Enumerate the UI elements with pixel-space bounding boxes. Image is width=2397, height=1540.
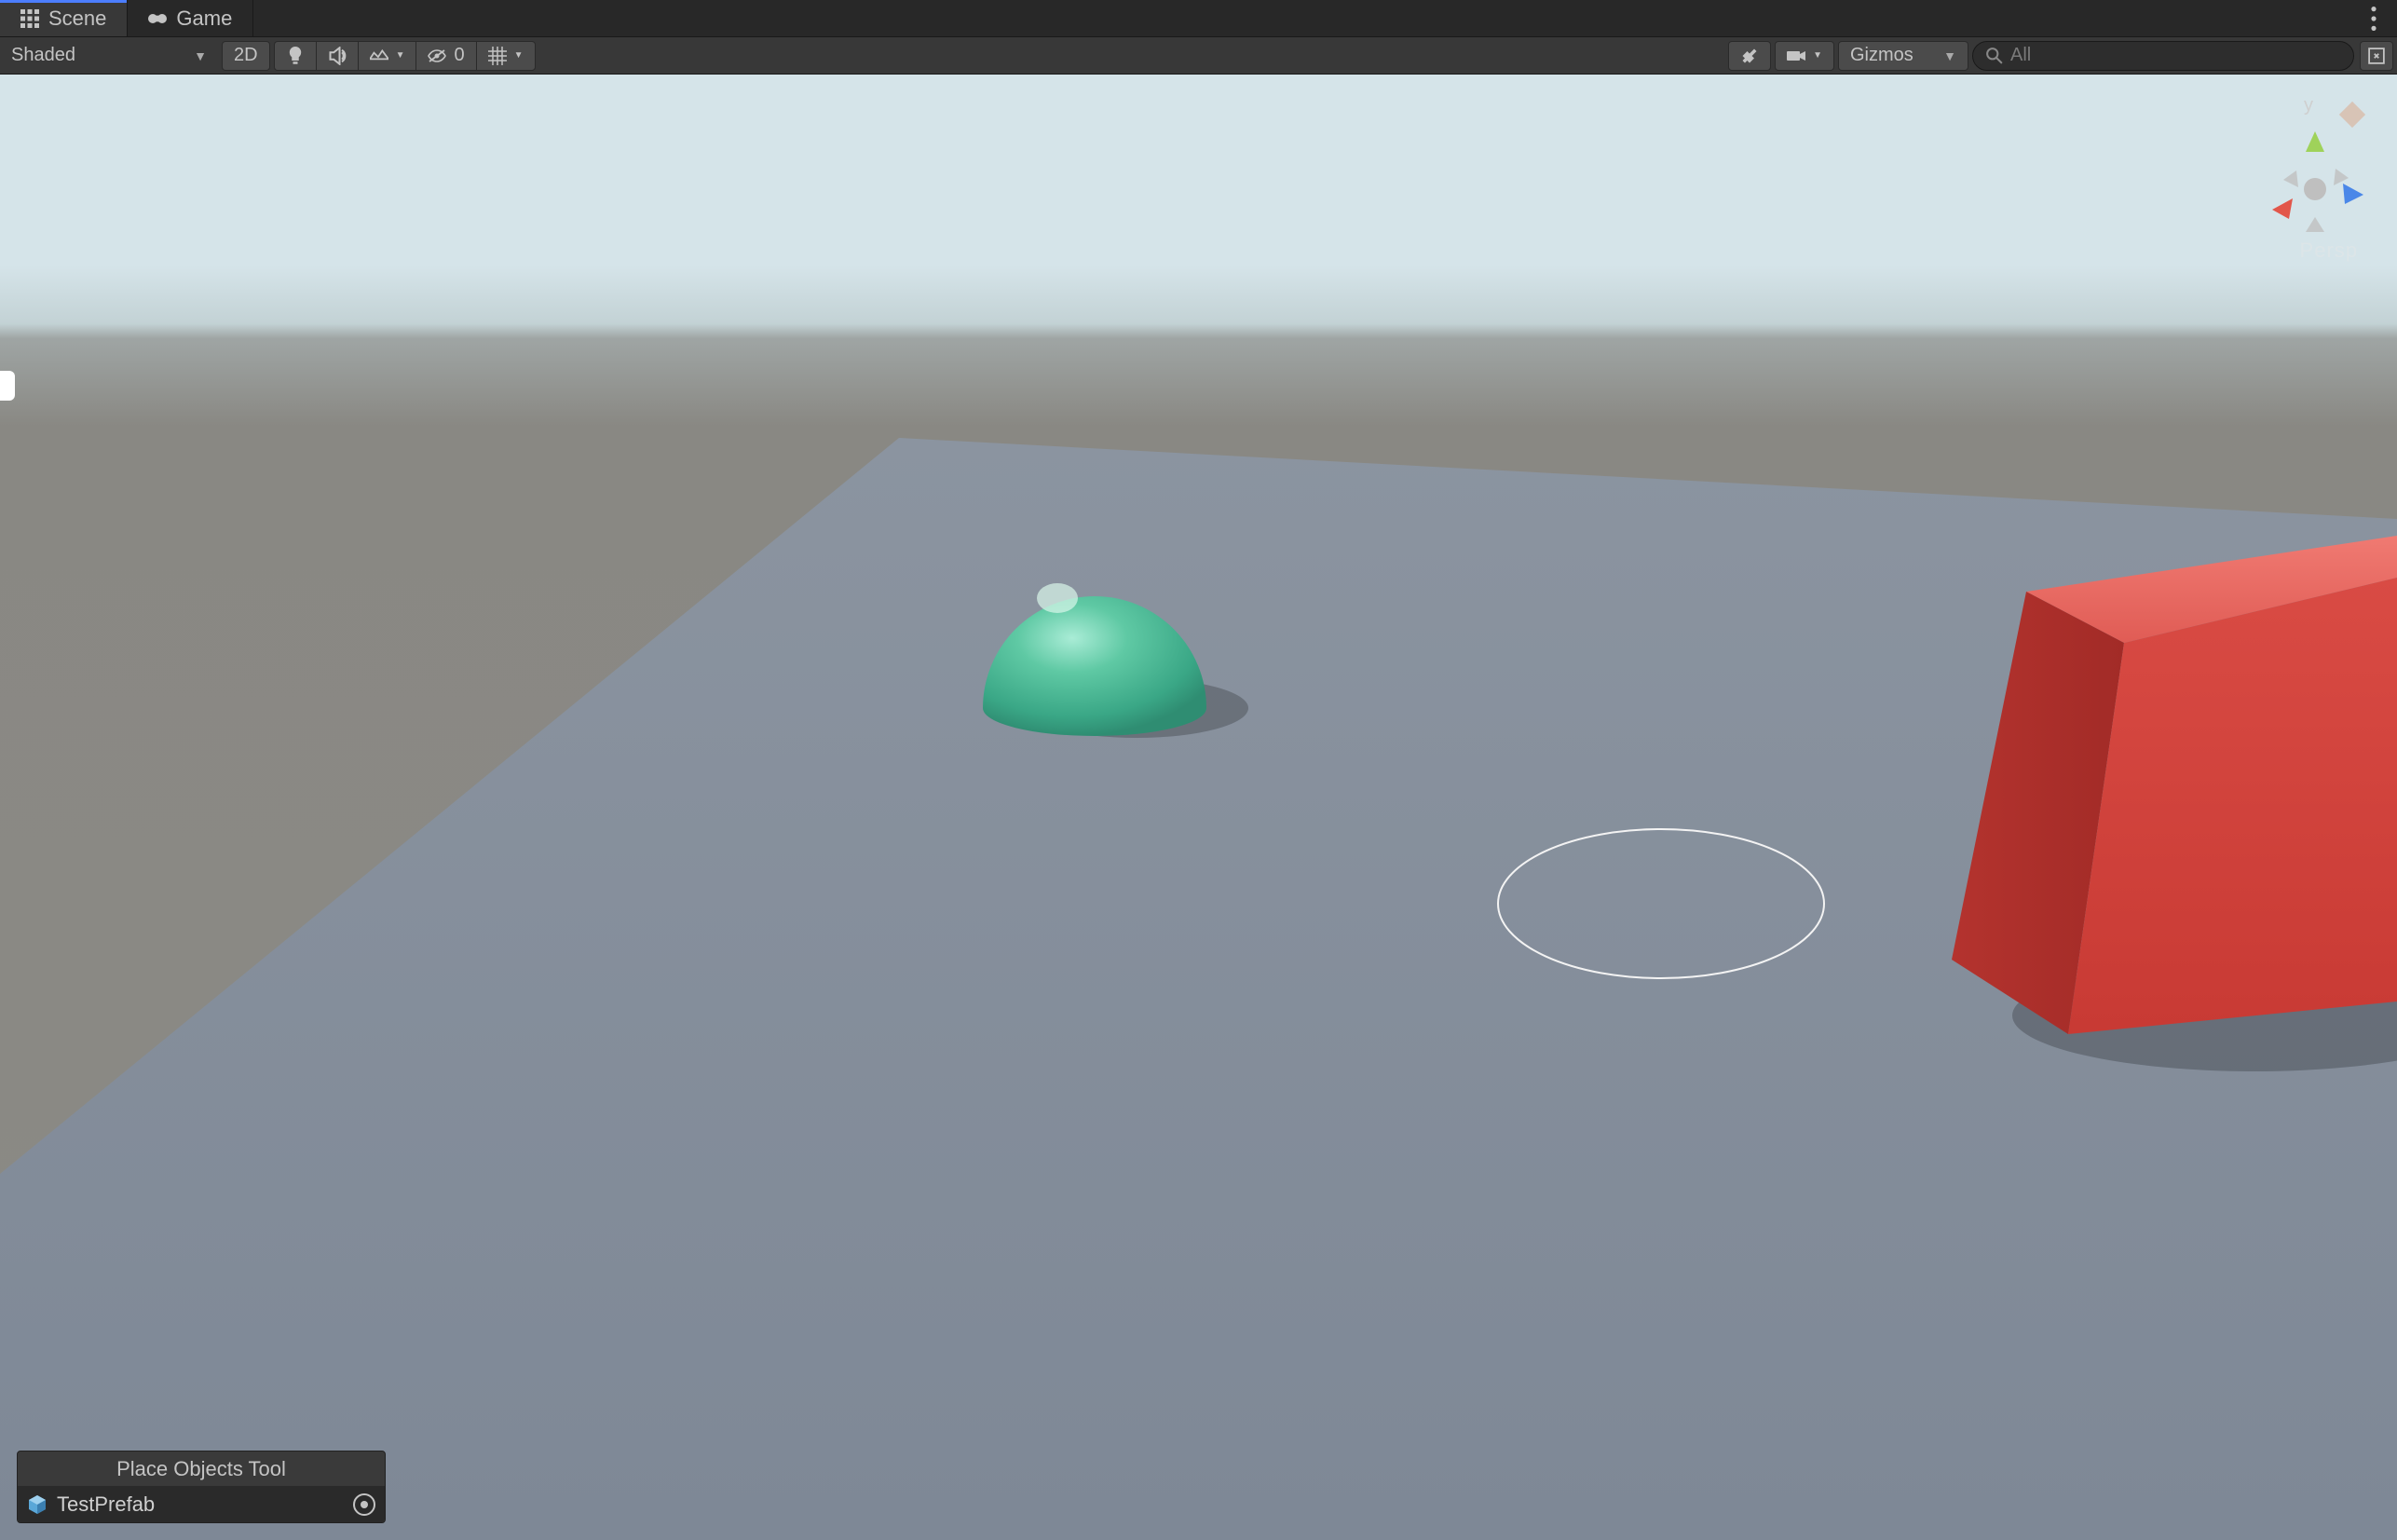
- fx-icon: [370, 47, 388, 65]
- audio-toggle[interactable]: [316, 41, 358, 71]
- game-icon: [148, 9, 167, 28]
- expand-icon: [2368, 48, 2385, 64]
- shading-mode-dropdown[interactable]: Shaded ▼: [4, 41, 218, 71]
- caret-down-icon: ▼: [194, 48, 207, 63]
- scene-canvas: [0, 75, 2397, 1540]
- tab-kebab-menu[interactable]: [2350, 0, 2397, 36]
- tab-game[interactable]: Game: [128, 0, 253, 36]
- axis-x-cone: [2272, 198, 2293, 219]
- 2d-label: 2D: [234, 45, 258, 66]
- object-picker-button[interactable]: [353, 1493, 375, 1516]
- scene-viewport[interactable]: y Persp Place Objects Tool TestPrefab: [0, 75, 2397, 1540]
- prefab-icon: [27, 1494, 48, 1515]
- place-objects-tool-panel: Place Objects Tool TestPrefab: [17, 1451, 386, 1523]
- axis-y-label: y: [2304, 95, 2313, 116]
- search-placeholder: All: [2010, 45, 2340, 66]
- tools-icon: [1740, 47, 1759, 65]
- grid-snap-icon: [488, 47, 507, 65]
- eye-off-icon: [428, 47, 446, 65]
- orientation-gizmo[interactable]: y Persp: [2250, 91, 2380, 268]
- caret-down-icon: ▼: [396, 50, 405, 61]
- axis-z-cone: [2343, 184, 2363, 204]
- tab-game-label: Game: [176, 7, 232, 31]
- fx-toggle[interactable]: ▼: [358, 41, 416, 71]
- 2d-toggle[interactable]: 2D: [222, 41, 270, 71]
- tab-strip: Scene Game: [0, 0, 2397, 37]
- grid-icon: [20, 9, 39, 28]
- camera-button[interactable]: ▼: [1775, 41, 1834, 71]
- tools-button[interactable]: [1728, 41, 1771, 71]
- prefab-field[interactable]: TestPrefab: [18, 1487, 385, 1522]
- hidden-count-label: 0: [454, 45, 464, 66]
- hidden-objects-toggle[interactable]: 0: [415, 41, 475, 71]
- tabstrip-spacer: [253, 0, 2350, 36]
- shading-mode-label: Shaded: [11, 45, 75, 66]
- projection-label: Persp: [2300, 238, 2358, 263]
- gizmo-center: [2304, 178, 2326, 200]
- audio-icon: [328, 47, 347, 65]
- search-icon: [1986, 48, 2003, 64]
- tab-scene[interactable]: Scene: [0, 0, 128, 36]
- kebab-icon: [2371, 7, 2377, 31]
- caret-down-icon: ▼: [1943, 48, 1956, 63]
- gizmos-label: Gizmos: [1850, 45, 1914, 66]
- camera-icon: [1787, 47, 1805, 65]
- view-toggle-group: ▼ 0 ▼: [274, 41, 536, 71]
- caret-down-icon: ▼: [514, 50, 524, 61]
- sphere-specular: [1037, 583, 1078, 613]
- prefab-name: TestPrefab: [57, 1492, 344, 1517]
- place-tool-title: Place Objects Tool: [18, 1451, 385, 1487]
- scene-search[interactable]: All: [1972, 41, 2354, 71]
- search-expand-button[interactable]: [2360, 41, 2393, 71]
- axis-y-cone: [2306, 131, 2324, 152]
- lighting-toggle[interactable]: [274, 41, 316, 71]
- lightbulb-icon: [286, 47, 305, 65]
- scene-toolbar: Shaded ▼ 2D ▼ 0 ▼ ▼ Gizmos ▼: [0, 37, 2397, 75]
- gizmos-dropdown[interactable]: Gizmos ▼: [1838, 41, 1968, 71]
- left-edge-handle[interactable]: [0, 371, 15, 401]
- caret-down-icon: ▼: [1813, 50, 1822, 61]
- grid-snap-toggle[interactable]: ▼: [476, 41, 536, 71]
- tab-scene-label: Scene: [48, 7, 106, 31]
